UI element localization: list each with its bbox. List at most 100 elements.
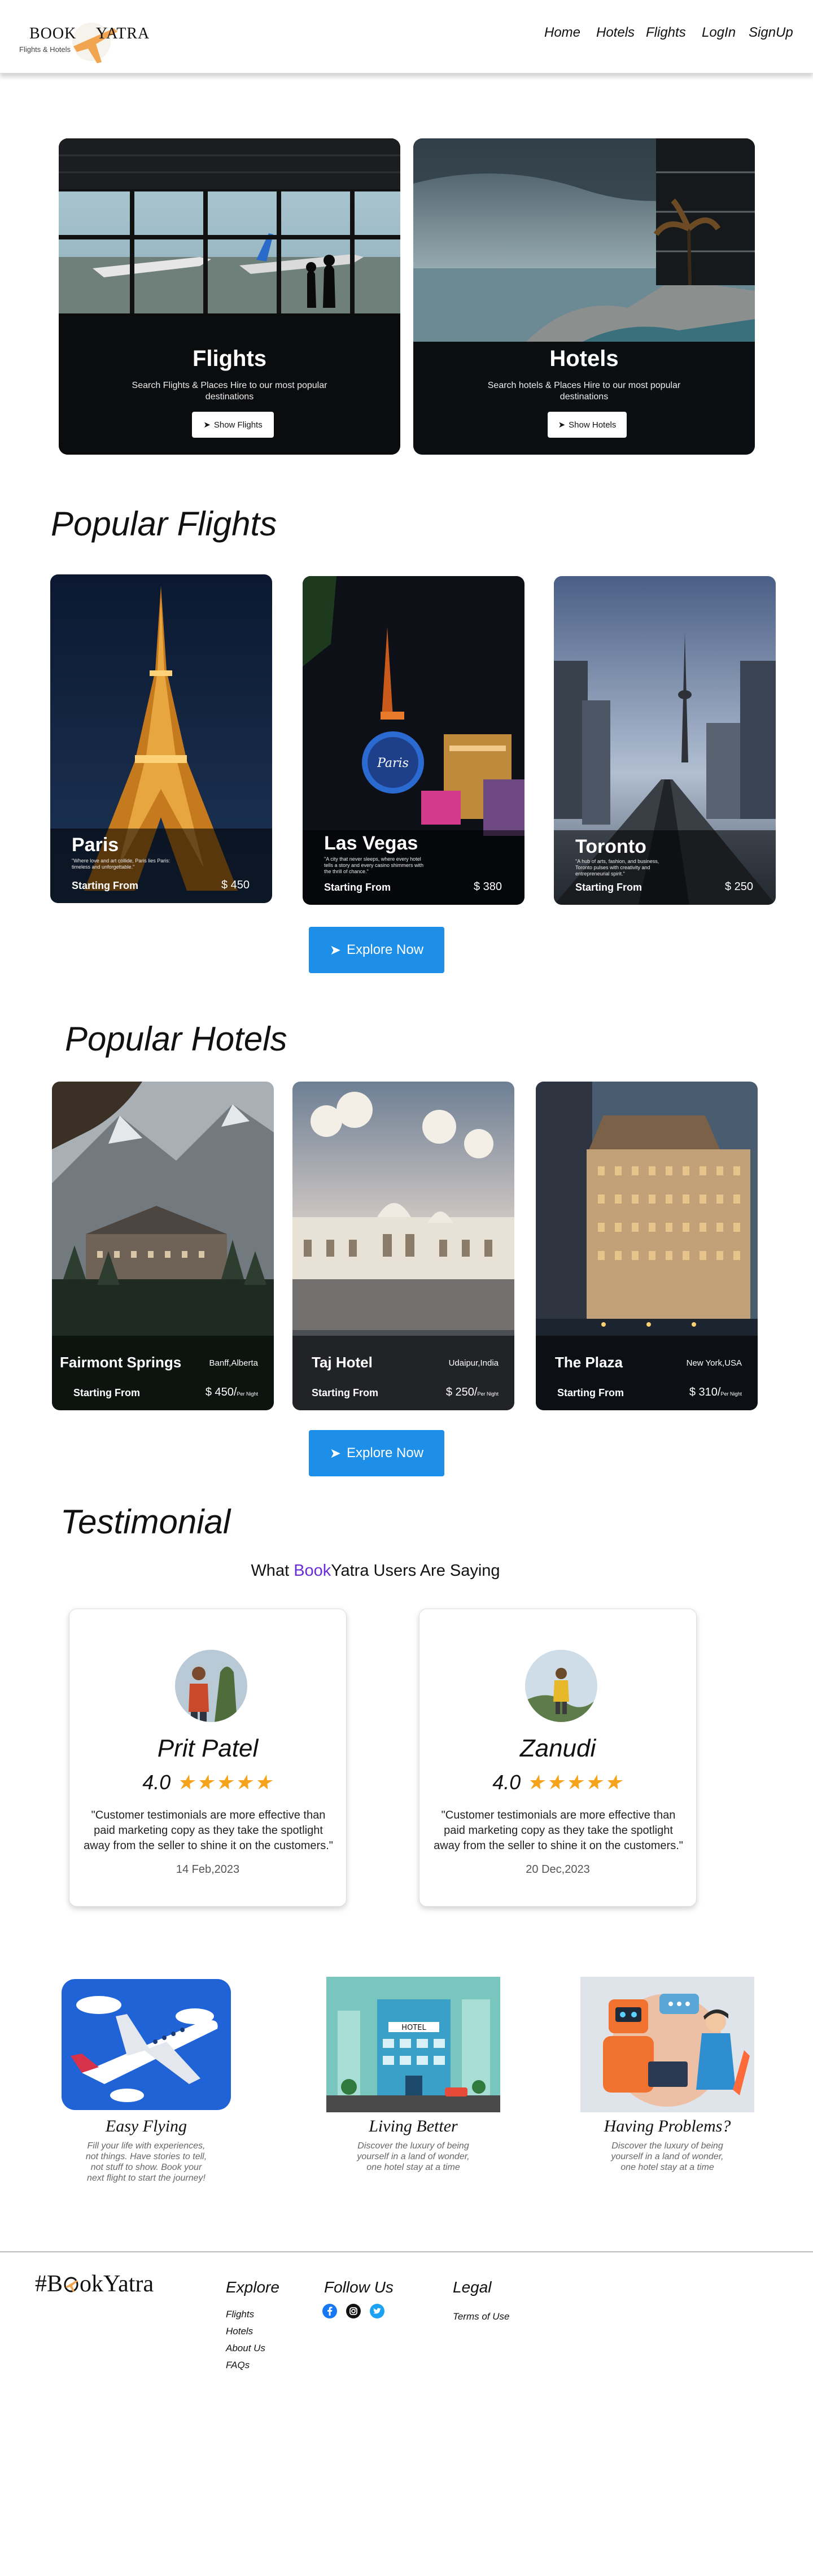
per-night-label: Per Night: [237, 1391, 258, 1397]
feature-title: Easy Flying: [105, 2117, 187, 2135]
nav-hotels-link[interactable]: Hotels: [596, 25, 635, 41]
facebook-icon[interactable]: [322, 2303, 338, 2322]
testimonial-name: Prit Patel: [157, 1734, 259, 1762]
testimonial-date: 14 Feb,2023: [176, 1863, 240, 1876]
footer-link-terms[interactable]: Terms of Use: [453, 2311, 509, 2322]
top-navbar: BOOK YATRA Flights & Hotels Home Hotels …: [0, 0, 813, 73]
starting-from-label: Starting From: [575, 882, 642, 893]
hotel-card-taj[interactable]: Taj Hotel Udaipur,India Starting From $ …: [292, 1082, 514, 1410]
show-hotels-button[interactable]: ➤ Show Hotels: [548, 412, 627, 438]
footer-link-about[interactable]: About Us: [226, 2343, 265, 2354]
hotel-card-plaza[interactable]: The Plaza New York,USA Starting From $ 3…: [536, 1082, 758, 1410]
explore-hotels-button[interactable]: ➤ Explore Now: [309, 1430, 444, 1476]
footer-brand-o2-icon: o: [80, 2271, 92, 2297]
show-flights-label: Show Flights: [213, 420, 263, 430]
starting-from-label: Starting From: [324, 882, 391, 893]
footer-follow-heading: Follow Us: [324, 2278, 394, 2296]
flight-card-paris[interactable]: Paris "Where love and art collide, Paris…: [50, 574, 272, 903]
flight-card-las-vegas[interactable]: Paris Las Vegas "A city that never sleep…: [303, 576, 524, 905]
svg-text:Paris: Paris: [377, 756, 409, 770]
footer-brand-o-plane-icon: [63, 2276, 79, 2292]
svg-text:HOTEL: HOTEL: [401, 2024, 426, 2032]
hotels-category-title: Hotels: [549, 346, 619, 371]
per-night-label: Per Night: [720, 1391, 742, 1397]
flight-card-name: Las Vegas: [324, 832, 418, 854]
popular-hotels-heading: Popular Hotels: [65, 1020, 287, 1058]
card-overlay: [536, 1336, 758, 1410]
hotel-card-price: $ 450/Per Night: [206, 1386, 258, 1399]
feature-title: Having Problems?: [604, 2117, 731, 2135]
explore-hotels-label: Explore Now: [347, 1445, 424, 1461]
flight-card-price: $ 380: [473, 881, 502, 893]
feature-desc: Discover the luxury of being yourself in…: [611, 2141, 724, 2172]
logo-subtitle: Flights & Hotels: [19, 45, 71, 54]
hotel-card-location: Udaipur,India: [448, 1358, 499, 1368]
flights-category-title: Flights: [192, 346, 267, 371]
testimonial-date: 20 Dec,2023: [526, 1863, 590, 1876]
feature-title: Living Better: [369, 2117, 458, 2135]
card-overlay: [52, 1336, 274, 1410]
explore-flights-button[interactable]: ➤ Explore Now: [309, 927, 444, 973]
flight-card-desc: "Where love and art collide, Paris lies …: [72, 858, 171, 870]
show-hotels-label: Show Hotels: [569, 420, 617, 430]
footer-brand[interactable]: #B o kYatra: [35, 2270, 154, 2298]
hotel-city-illustration: HOTEL: [326, 1977, 500, 2112]
hotel-card-price-value: $ 310/: [689, 1386, 721, 1398]
feature-desc: Discover the luxury of being yourself in…: [357, 2141, 470, 2172]
hotel-card-price-value: $ 450/: [205, 1386, 237, 1398]
starting-from-label: Starting From: [72, 880, 139, 891]
testimonial-quote: "Customer testimonials are more effectiv…: [434, 1809, 683, 1852]
sub-prefix: What: [251, 1562, 294, 1580]
instagram-icon[interactable]: [346, 2303, 361, 2322]
footer-link-faqs[interactable]: FAQs: [226, 2360, 250, 2371]
footer-explore-heading: Explore: [226, 2278, 279, 2296]
hotel-card-price: $ 250/Per Night: [446, 1386, 499, 1399]
flight-card-toronto[interactable]: Toronto "A hub of arts, fashion, and bus…: [554, 576, 776, 905]
per-night-label: Per Night: [477, 1391, 499, 1397]
hotel-card-name: Fairmont Springs: [60, 1354, 182, 1371]
logo-text-yatra: YATRA: [96, 25, 150, 42]
site-footer: #B o kYatra Explore Flights Hotels About…: [0, 2251, 813, 2576]
rating-value: 4.0: [492, 1771, 521, 1794]
explore-flights-label: Explore Now: [347, 942, 424, 957]
hotel-card-fairmont[interactable]: Fairmont Springs Banff,Alberta Starting …: [52, 1082, 274, 1410]
send-arrow-icon: ➤: [329, 1445, 342, 1461]
starting-from-label: Starting From: [312, 1387, 379, 1398]
nav-home-link[interactable]: Home: [544, 25, 580, 41]
flight-card-name: Paris: [72, 834, 119, 856]
footer-brand-rest: kYatra: [91, 2271, 154, 2297]
popular-flights-heading: Popular Flights: [51, 505, 277, 543]
nav-login-link[interactable]: LogIn: [702, 25, 736, 41]
hotel-card-name: Taj Hotel: [312, 1354, 373, 1371]
show-flights-button[interactable]: ➤ Show Flights: [192, 412, 274, 438]
resort-pool-image: [413, 138, 755, 455]
flight-card-desc: "A hub of arts, fashion, and business, T…: [575, 858, 659, 877]
nav-signup-link[interactable]: SignUp: [749, 25, 793, 41]
send-arrow-icon: ➤: [203, 420, 211, 430]
flight-card-desc: "A city that never sleeps, where every h…: [324, 856, 424, 874]
testimonial-rating: 4.0 ★★★★★: [419, 1771, 696, 1794]
nav-flights-link[interactable]: Flights: [646, 25, 686, 41]
flight-card-name: Toronto: [575, 836, 646, 857]
twitter-icon[interactable]: [369, 2303, 385, 2322]
star-rating-icons: ★★★★★: [176, 1771, 273, 1794]
footer-brand-prefix: #B: [35, 2271, 63, 2297]
site-logo[interactable]: BOOK YATRA Flights & Hotels: [17, 12, 150, 68]
avatar: [525, 1650, 597, 1722]
sub-brand: Book: [294, 1562, 331, 1580]
sub-suffix: Yatra Users Are Saying: [331, 1562, 500, 1580]
airplane-illustration: [59, 1977, 233, 2112]
logo-text-book: BOOK: [29, 25, 77, 42]
hotel-card-price: $ 310/Per Night: [689, 1386, 742, 1399]
hotel-card-location: New York,USA: [686, 1358, 742, 1368]
hotels-category-card: Hotels Search hotels & Places Hire to ou…: [413, 138, 755, 455]
hotels-category-subtitle: Search hotels & Places Hire to our most …: [487, 381, 681, 402]
testimonial-rating: 4.0 ★★★★★: [69, 1771, 346, 1794]
flights-category-card: Flights Search Flights & Places Hire to …: [59, 138, 400, 455]
hotel-card-name: The Plaza: [555, 1354, 623, 1371]
star-rating-icons: ★★★★★: [526, 1771, 623, 1794]
send-arrow-icon: ➤: [329, 942, 342, 958]
footer-link-hotels[interactable]: Hotels: [226, 2326, 253, 2337]
send-arrow-icon: ➤: [558, 420, 566, 430]
footer-link-flights[interactable]: Flights: [226, 2309, 254, 2320]
